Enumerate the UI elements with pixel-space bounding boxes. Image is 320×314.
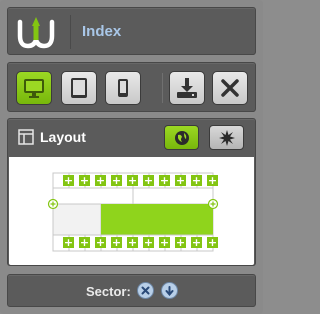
layout-canvas: + + + + + + + + + + + + + + + + + + + + [9, 157, 254, 265]
add-cell-icon[interactable]: + [175, 175, 186, 186]
add-cell-icon[interactable]: + [207, 237, 218, 248]
tablet-icon [71, 78, 87, 98]
desktop-view-button[interactable] [16, 71, 52, 105]
phone-view-button[interactable] [105, 71, 141, 105]
add-cell-icon[interactable]: + [79, 175, 90, 186]
layout-icon [18, 129, 34, 145]
toolbar [7, 62, 256, 112]
remove-icon [141, 286, 150, 295]
desktop-icon [24, 79, 44, 98]
layout-panel-header: Layout [8, 119, 255, 157]
add-cell-icon[interactable]: + [159, 237, 170, 248]
add-cell-icon[interactable]: + [79, 237, 90, 248]
add-cell-icon[interactable]: + [191, 175, 202, 186]
close-icon [221, 79, 239, 97]
add-cell-icon[interactable]: + [111, 237, 122, 248]
w-logo-icon [17, 17, 55, 49]
remove-sector-button[interactable] [137, 282, 154, 299]
add-cell-icon[interactable]: + [175, 237, 186, 248]
download-icon [177, 78, 197, 98]
add-cell-icon[interactable]: + [207, 175, 218, 186]
download-button[interactable] [169, 71, 205, 105]
sector-label: Sector: [86, 284, 131, 299]
global-layout-button[interactable] [164, 125, 199, 150]
add-cell-icon[interactable]: + [63, 237, 74, 248]
tablet-view-button[interactable] [61, 71, 97, 105]
add-cell-icon[interactable]: + [191, 237, 202, 248]
add-cell-icon[interactable]: + [143, 175, 154, 186]
burst-button[interactable] [209, 125, 244, 150]
sector-bar: Sector: [7, 274, 256, 307]
add-cell-icon[interactable]: + [95, 175, 106, 186]
add-cell-icon[interactable]: + [63, 175, 74, 186]
down-arrow-icon [165, 285, 174, 296]
phone-icon [118, 79, 128, 97]
header: Index [7, 7, 256, 55]
toolbar-divider [162, 73, 163, 103]
header-divider [70, 15, 71, 49]
add-cell-icon[interactable]: + [159, 175, 170, 186]
layout-title: Layout [40, 129, 86, 145]
add-cell-icon[interactable]: + [127, 237, 138, 248]
add-cell-icon[interactable]: + [95, 237, 106, 248]
globe-icon [174, 130, 189, 145]
add-cell-icon[interactable]: + [143, 237, 154, 248]
add-cell-icon[interactable]: + [111, 175, 122, 186]
app-frame: Index Layout + + + + + + + + + + + + + +… [0, 0, 263, 314]
add-cell-icon[interactable]: + [127, 175, 138, 186]
burst-icon [218, 129, 235, 146]
close-button[interactable] [212, 71, 248, 105]
sector-down-button[interactable] [161, 282, 178, 299]
layout-panel: Layout + + + + + + + + + + + + + + + + +… [7, 118, 256, 266]
page-title: Index [82, 23, 122, 40]
